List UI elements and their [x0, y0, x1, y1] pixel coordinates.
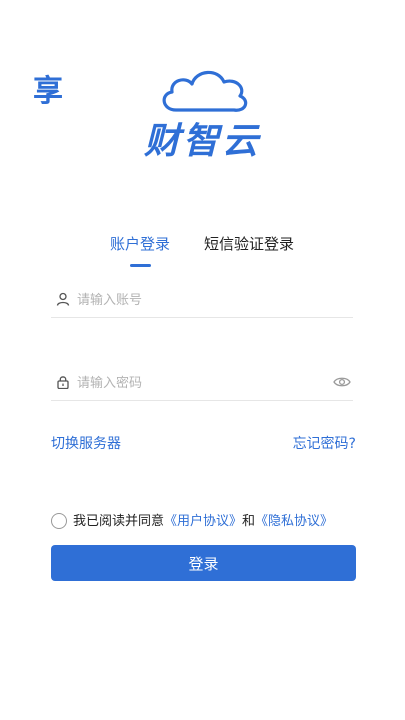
agreement-checkbox[interactable] [51, 513, 67, 529]
eye-icon[interactable] [333, 374, 351, 390]
agreement-row: 我已阅读并同意《用户协议》和《隐私协议》 [51, 513, 371, 533]
agreement-conjunction: 和 [242, 514, 256, 529]
tab-sms-login[interactable]: 短信验证登录 [204, 234, 294, 254]
account-field [51, 283, 353, 318]
user-icon [56, 292, 70, 306]
password-field [51, 366, 353, 401]
login-tabs: 账户登录 短信验证登录 [0, 234, 405, 274]
brand-name: 财智云 [143, 121, 261, 162]
lock-icon [57, 376, 69, 389]
account-input[interactable] [77, 287, 317, 313]
logo-glyph: 享 [33, 74, 63, 109]
login-button[interactable]: 登录 [51, 545, 356, 581]
cloud-logo-icon [162, 70, 248, 112]
forgot-password-link[interactable]: 忘记密码? [293, 435, 356, 453]
agreement-prefix: 我已阅读并同意 [73, 514, 165, 529]
password-input[interactable] [77, 370, 317, 396]
active-tab-indicator [130, 264, 151, 267]
user-agreement-link[interactable]: 《用户协议》 [164, 514, 242, 529]
switch-server-link[interactable]: 切换服务器 [51, 435, 121, 453]
tab-account-login[interactable]: 账户登录 [110, 234, 170, 254]
app-logo: 享 财智云 [0, 64, 405, 164]
privacy-agreement-link[interactable]: 《隐私协议》 [255, 514, 333, 529]
agreement-text: 我已阅读并同意《用户协议》和《隐私协议》 [73, 513, 333, 530]
